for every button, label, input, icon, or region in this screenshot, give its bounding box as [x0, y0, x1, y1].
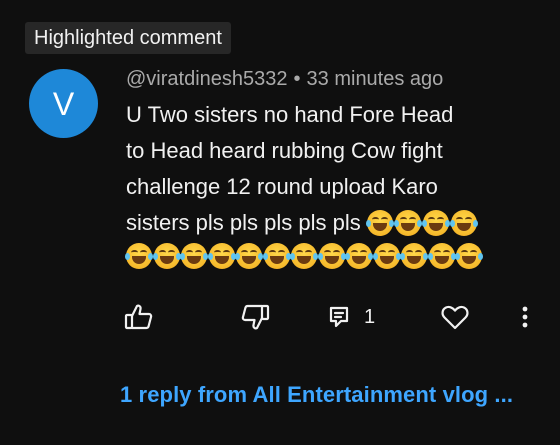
tears-of-joy-emoji: [449, 210, 478, 236]
emoji-row: [125, 243, 536, 269]
comment-action-bar: 1: [0, 300, 560, 334]
comment-text: U Two sisters no hand Fore Head to Head …: [125, 97, 536, 269]
comment-meta: @viratdinesh5332 • 33 minutes ago: [126, 66, 443, 92]
tears-of-joy-emoji: [427, 243, 456, 269]
tears-of-joy-emoji: [345, 243, 373, 269]
comment-timestamp[interactable]: 33 minutes ago: [307, 68, 444, 90]
tears-of-joy-emoji: [393, 210, 422, 236]
heart-icon: [441, 305, 469, 330]
tears-of-joy-emoji: [372, 243, 401, 269]
highlighted-comment-badge: Highlighted comment: [25, 22, 231, 54]
reply-icon: [329, 306, 349, 328]
view-replies-link[interactable]: 1 reply from All Entertainment vlog ...: [120, 381, 513, 409]
thumbs-down-icon: [241, 304, 270, 330]
like-button[interactable]: [124, 300, 154, 334]
tears-of-joy-emoji: [207, 243, 236, 269]
tears-of-joy-emoji: [317, 243, 346, 269]
comment-card: Highlighted comment V @viratdinesh5332 • 3…: [0, 0, 560, 445]
tears-of-joy-emoji: [400, 243, 428, 269]
tears-of-joy-emoji: [455, 243, 483, 269]
comment-line: challenge 12 round upload Karo: [126, 174, 438, 199]
tears-of-joy-emoji: [290, 243, 318, 269]
tears-of-joy-emoji: [235, 243, 263, 269]
tears-of-joy-emoji: [421, 210, 450, 236]
emoji-inline-row: [365, 210, 478, 236]
tears-of-joy-emoji: [262, 243, 291, 269]
reply-button[interactable]: 1: [328, 300, 375, 334]
more-vert-icon: [522, 306, 528, 328]
dislike-button[interactable]: [240, 300, 270, 334]
tears-of-joy-emoji: [125, 243, 153, 269]
reply-count: 1: [364, 305, 376, 328]
tears-of-joy-emoji: [180, 243, 208, 269]
meta-separator: •: [293, 68, 301, 90]
comment-line: U Two sisters no hand Fore Head: [126, 102, 454, 127]
thumbs-up-icon: [124, 304, 153, 330]
avatar-letter: V: [52, 85, 75, 122]
tears-of-joy-emoji: [152, 243, 181, 269]
author-handle[interactable]: @viratdinesh5332: [126, 68, 288, 90]
more-options-button[interactable]: [520, 300, 530, 334]
comment-line: sisters pls pls pls pls pls: [126, 210, 367, 235]
heart-button[interactable]: [440, 300, 470, 334]
tears-of-joy-emoji: [365, 210, 394, 236]
avatar[interactable]: V: [29, 69, 98, 138]
comment-line: to Head heard rubbing Cow fight: [126, 138, 443, 163]
comment-line-with-emoji: sisters pls pls pls pls pls: [126, 205, 536, 241]
